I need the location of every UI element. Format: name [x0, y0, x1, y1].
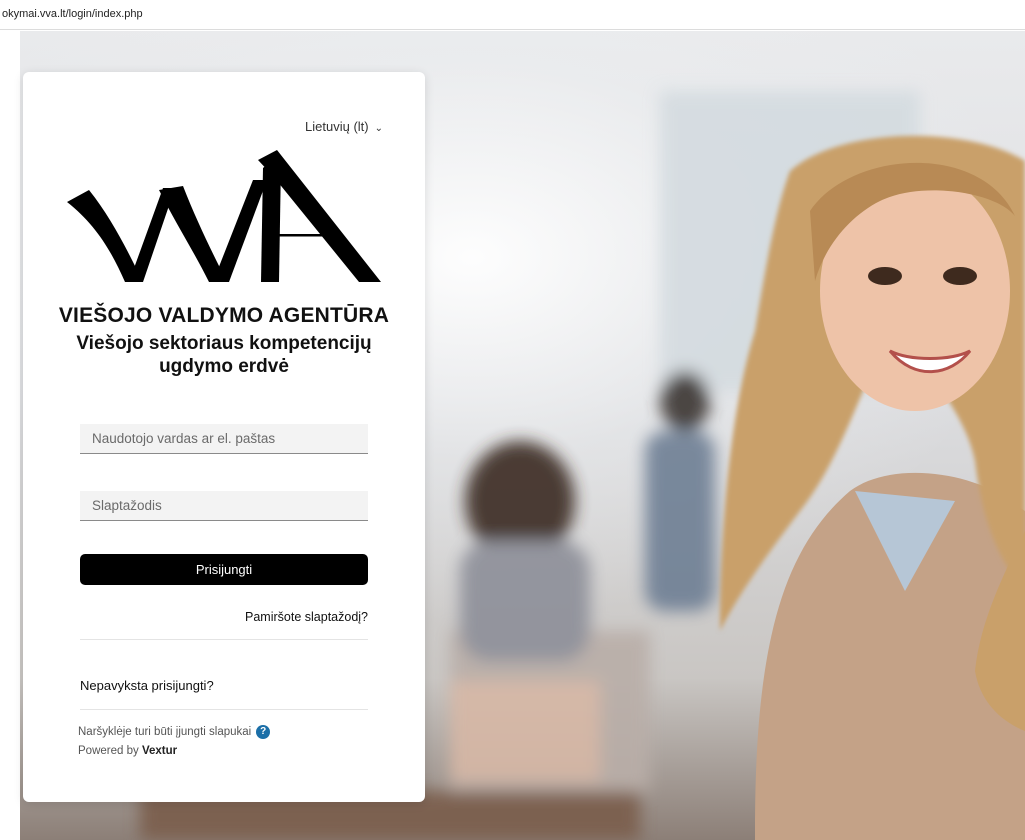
powered-by-prefix: Powered by: [78, 745, 139, 757]
organization-name: VIEŠOJO VALDYMO AGENTŪRA: [58, 304, 390, 327]
powered-by-brand-link[interactable]: Vextur: [142, 745, 177, 757]
divider: [80, 639, 368, 640]
cookies-note: Naršyklėje turi būti įjungti slapukai?: [78, 725, 271, 739]
url-text: okymai.vva.lt/login/index.php: [2, 8, 143, 20]
question-circle-icon[interactable]: ?: [256, 725, 271, 739]
forgot-password-link[interactable]: Pamiršote slaptažodį?: [245, 610, 368, 624]
login-card: Lietuvių (lt) ⌄ VIEŠOJO VALDYMO AGENTŪRA …: [23, 72, 425, 802]
language-label: Lietuvių (lt): [305, 119, 369, 134]
address-bar[interactable]: okymai.vva.lt/login/index.php: [0, 0, 1025, 30]
username-input[interactable]: [80, 424, 368, 454]
chevron-down-icon: ⌄: [374, 123, 383, 134]
powered-by: Powered by Vextur: [78, 745, 177, 757]
password-input[interactable]: [80, 491, 368, 521]
vva-logo: [67, 150, 381, 282]
divider: [80, 709, 368, 710]
login-button[interactable]: Prisijungti: [80, 554, 368, 585]
cookies-note-text: Naršyklėje turi būti įjungti slapukai: [78, 726, 252, 739]
language-selector[interactable]: Lietuvių (lt) ⌄: [305, 119, 383, 134]
tagline: Viešojo sektoriaus kompetencijų ugdymo e…: [76, 333, 372, 377]
login-trouble-link[interactable]: Nepavyksta prisijungti?: [80, 678, 214, 693]
